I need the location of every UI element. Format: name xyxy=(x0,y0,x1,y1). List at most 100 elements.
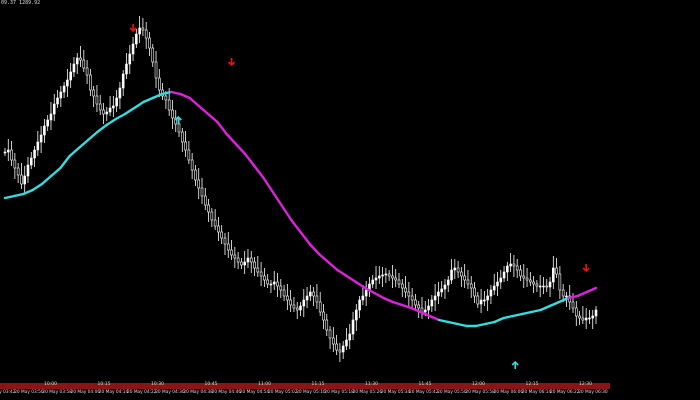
moving-average-segment xyxy=(133,100,145,110)
candle xyxy=(538,275,542,297)
candle xyxy=(338,343,342,362)
date-axis-label: 20 May 04:46 xyxy=(211,390,242,395)
candle xyxy=(253,257,256,276)
candle xyxy=(213,209,217,230)
moving-average-segment xyxy=(557,296,570,304)
date-axis-label: 20 May 03:42 xyxy=(0,390,16,395)
candle xyxy=(121,70,125,96)
candle xyxy=(407,282,411,307)
moving-average-segment xyxy=(216,120,228,136)
moving-average-segment xyxy=(410,306,422,314)
candle xyxy=(10,141,13,166)
date-axis-label: 20 May 04:38 xyxy=(183,390,213,395)
moving-average-segment xyxy=(40,174,53,186)
candle xyxy=(23,166,27,194)
candle xyxy=(519,265,522,281)
moving-average-segment xyxy=(502,314,515,320)
buy-arrow-icon xyxy=(511,360,519,369)
date-axis-label: 20 May 04:22 xyxy=(127,390,157,395)
candle xyxy=(489,285,493,304)
candle xyxy=(154,51,158,88)
candle xyxy=(33,146,36,167)
candle xyxy=(194,165,197,186)
candle xyxy=(236,252,240,269)
candle xyxy=(496,272,499,296)
candle xyxy=(115,90,118,112)
candle xyxy=(6,139,10,161)
candle xyxy=(404,276,407,298)
date-axis-label: 20 May 06:06 xyxy=(493,390,524,395)
candle xyxy=(588,310,591,324)
candle xyxy=(384,268,388,283)
candle xyxy=(387,270,391,281)
candle xyxy=(591,310,595,329)
candle xyxy=(473,282,476,303)
candle xyxy=(89,69,92,96)
candle xyxy=(492,274,496,295)
candle xyxy=(400,279,404,297)
time-axis-label: 11:30 xyxy=(365,382,378,387)
moving-average-segment xyxy=(3,194,16,200)
candle xyxy=(82,50,86,72)
candle xyxy=(430,295,434,312)
candle xyxy=(289,290,292,312)
candle xyxy=(223,233,227,255)
moving-average-segment xyxy=(68,146,81,158)
candle xyxy=(174,110,178,132)
moving-average-segment xyxy=(493,316,505,324)
candle xyxy=(52,94,56,121)
candle xyxy=(506,262,509,281)
candle xyxy=(207,199,210,222)
candle xyxy=(322,304,325,329)
price-chart-area[interactable] xyxy=(0,0,700,400)
candle xyxy=(292,297,296,312)
moving-average-segment xyxy=(576,290,588,298)
moving-average-segment xyxy=(437,318,450,324)
candle xyxy=(210,208,214,227)
candle xyxy=(256,256,260,277)
moving-average-segment xyxy=(336,268,348,278)
time-axis-label: 10:15 xyxy=(97,382,111,387)
candle xyxy=(578,311,581,325)
moving-average-segment xyxy=(290,218,302,234)
candle xyxy=(184,131,187,157)
candle xyxy=(171,100,174,129)
candle xyxy=(315,284,319,309)
candle xyxy=(574,301,578,326)
moving-average-segment xyxy=(151,92,164,100)
moving-average-segment xyxy=(511,312,524,318)
candle xyxy=(72,57,76,77)
moving-average-segment xyxy=(456,322,468,328)
candle xyxy=(138,16,141,43)
moving-average-segment xyxy=(483,320,496,326)
candle xyxy=(509,253,512,272)
candle xyxy=(62,82,66,98)
candle xyxy=(203,188,207,210)
candle xyxy=(112,96,115,117)
candle xyxy=(515,259,519,278)
date-axis-label: 20 May 05:58 xyxy=(465,390,495,395)
sell-arrow-icon xyxy=(582,264,590,273)
candle xyxy=(545,279,549,292)
candle xyxy=(92,86,95,107)
moving-average-segment xyxy=(105,117,118,127)
moving-average-segment xyxy=(77,138,90,150)
candle xyxy=(276,273,279,297)
candle xyxy=(259,262,263,286)
moving-average-segment xyxy=(114,112,127,121)
candle xyxy=(446,276,450,292)
candle xyxy=(391,265,394,288)
candle xyxy=(469,276,473,298)
candle xyxy=(529,272,532,286)
candle xyxy=(453,259,457,279)
candle xyxy=(75,53,79,74)
moving-average-segment xyxy=(474,322,487,328)
date-axis-label: 20 May 04:06 xyxy=(70,390,101,395)
candle xyxy=(555,258,558,278)
date-axis-label: 20 May 04:14 xyxy=(98,390,129,395)
moving-average-segment xyxy=(96,123,108,134)
candle xyxy=(272,271,276,290)
candle xyxy=(381,267,384,287)
candle xyxy=(29,152,33,169)
moving-average-segment xyxy=(382,296,395,304)
